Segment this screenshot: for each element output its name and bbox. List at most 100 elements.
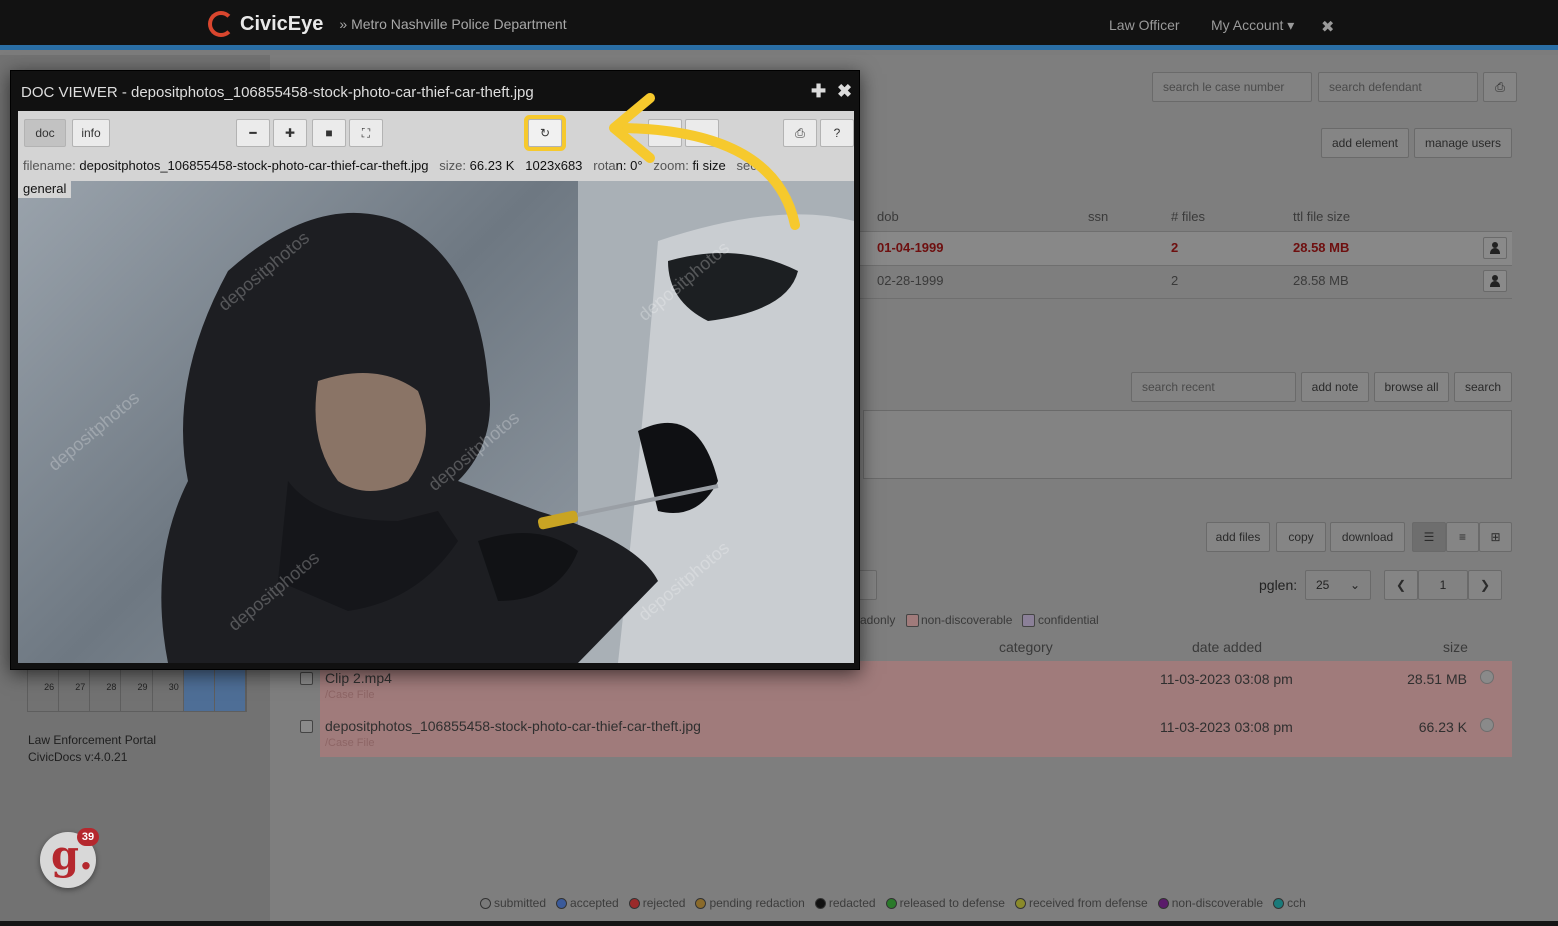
file-date: 11-03-2023 03:08 pm (1160, 719, 1293, 735)
case-number-search-input[interactable]: search le case number (1152, 72, 1312, 102)
page-length-select[interactable]: 25 ⌄ (1305, 570, 1371, 600)
document-image[interactable]: general depositphotos depositphotos depo… (18, 181, 854, 663)
notes-search-button[interactable]: search (1454, 372, 1512, 402)
legend-swatch (1157, 897, 1169, 909)
user-icon (1490, 275, 1500, 287)
mini-calendar: 26 27 28 29 30 (27, 668, 247, 712)
page-length-value: 25 (1316, 578, 1330, 592)
help-button[interactable]: ? (820, 119, 854, 147)
col-header-size: size (1443, 639, 1468, 655)
defendant-profile-button[interactable] (1483, 270, 1507, 292)
view-list-button[interactable]: ☰ (1412, 522, 1446, 552)
defendant-profile-button[interactable] (1483, 237, 1507, 259)
copy-button[interactable]: copy (1276, 522, 1326, 552)
calendar-day[interactable]: 29 (121, 669, 153, 711)
table-row[interactable] (860, 232, 1512, 265)
guide-widget-button[interactable]: g. 39 (40, 828, 99, 888)
file-name[interactable]: depositphotos_106855458-stock-photo-car-… (325, 718, 701, 734)
file-name[interactable]: Clip 2.mp4 (325, 670, 392, 686)
recent-notes-search-input[interactable]: search recent (1131, 372, 1296, 402)
actual-size-button[interactable]: ■ (312, 119, 346, 147)
rotate-icon: ↻ (539, 126, 551, 140)
nav-user-role[interactable]: Law Officer (1109, 17, 1180, 33)
legend-label: cch (1287, 896, 1306, 910)
legend-item: cch (1273, 896, 1306, 910)
col-header-file-size: ttl file size (1293, 209, 1351, 224)
legend-swatch (814, 897, 826, 909)
view-detail-button[interactable]: ≡ (1446, 522, 1479, 552)
legend-item: accepted (556, 896, 619, 910)
legend-swatch (556, 897, 568, 909)
flag-confidential-label: confidential (1038, 613, 1099, 627)
col-header-files: # files (1171, 209, 1205, 224)
legend-label: submitted (494, 896, 547, 910)
chevron-left-icon: ❮ (1395, 578, 1407, 592)
browse-all-button[interactable]: browse all (1374, 372, 1449, 402)
defendant-search-input[interactable]: search defendant (1318, 72, 1478, 102)
logout-icon[interactable]: ✖ (1321, 17, 1334, 37)
legend-label: accepted (570, 896, 619, 910)
calendar-day[interactable] (214, 669, 246, 711)
manage-users-button[interactable]: manage users (1414, 128, 1512, 158)
brand[interactable]: CivicEye » Metro Nashville Police Depart… (208, 11, 567, 37)
tab-info[interactable]: info (72, 119, 110, 147)
print-button[interactable]: ⎙ (1483, 72, 1517, 102)
file-select-checkbox[interactable] (300, 720, 313, 733)
table-row[interactable]: depositphotos_106855458-stock-photo-car-… (320, 709, 1512, 757)
calendar-day[interactable] (183, 669, 215, 711)
legend-swatch (480, 897, 491, 909)
divider (860, 265, 1512, 266)
legend-item: released to defense (885, 896, 1005, 910)
divider (860, 298, 1512, 299)
legend-label: redacted (828, 896, 876, 910)
filename-label: filename: (23, 158, 76, 173)
calendar-day[interactable]: 27 (59, 669, 91, 711)
next-page-button[interactable]: ❯ (1468, 570, 1502, 600)
printer-icon: ⎙ (1495, 80, 1505, 94)
calendar-day[interactable]: 30 (153, 669, 184, 711)
file-path: /Case File (325, 689, 375, 701)
row-dob: 01-04-1999 (877, 240, 944, 255)
legend-item: redacted (814, 896, 876, 910)
file-date: 11-03-2023 03:08 pm (1160, 671, 1293, 687)
dimensions-value: 1023x683 (525, 158, 583, 173)
expand-icon: ⛶ (361, 126, 371, 140)
user-icon (1490, 242, 1500, 254)
row-files: 2 (1171, 240, 1179, 255)
add-note-button[interactable]: add note (1301, 372, 1369, 402)
prev-page-button[interactable]: ❮ (1384, 570, 1418, 600)
row-size: 28.58 MB (1293, 273, 1349, 288)
zoom-in-button[interactable]: ✚ (273, 119, 307, 147)
legend-item: non-discoverable (1157, 896, 1263, 910)
tab-doc[interactable]: doc (24, 119, 66, 147)
legend-label: rejected (642, 896, 686, 910)
notes-area[interactable] (863, 410, 1512, 479)
zoom-out-button[interactable]: ━ (236, 119, 270, 147)
annotation-arrow-icon (609, 93, 800, 230)
list-icon: ☰ (1423, 530, 1435, 544)
page-number-input[interactable]: 1 (1418, 570, 1468, 600)
calendar-day[interactable]: 28 (90, 669, 122, 711)
legend-swatch (628, 897, 640, 909)
app-version: CivicDocs v:4.0.21 (28, 750, 128, 764)
status-indicator (1480, 718, 1494, 732)
fullscreen-button[interactable]: ⛶ (349, 119, 383, 147)
legend-label: pending redaction (709, 896, 805, 910)
nav-my-account[interactable]: My Account ▾ (1211, 17, 1294, 34)
add-files-button[interactable]: add files (1206, 522, 1270, 552)
rotate-button[interactable]: ↻ (528, 119, 562, 147)
flag-non-discoverable-swatch (906, 614, 919, 627)
security-value: general (18, 181, 72, 198)
download-button[interactable]: download (1330, 522, 1405, 552)
close-icon[interactable]: ✖ (837, 81, 852, 102)
view-grid-button[interactable]: ⊞ (1479, 522, 1512, 552)
add-element-button[interactable]: add element (1321, 128, 1409, 158)
square-icon: ■ (325, 126, 333, 140)
plus-icon: ✚ (284, 126, 296, 140)
legend-swatch (1273, 897, 1285, 909)
portal-name: Law Enforcement Portal (28, 733, 157, 747)
file-select-checkbox[interactable] (300, 672, 313, 685)
row-size: 28.58 MB (1293, 240, 1350, 255)
calendar-day[interactable]: 26 (28, 669, 60, 711)
size-value: 66.23 K (469, 158, 515, 173)
